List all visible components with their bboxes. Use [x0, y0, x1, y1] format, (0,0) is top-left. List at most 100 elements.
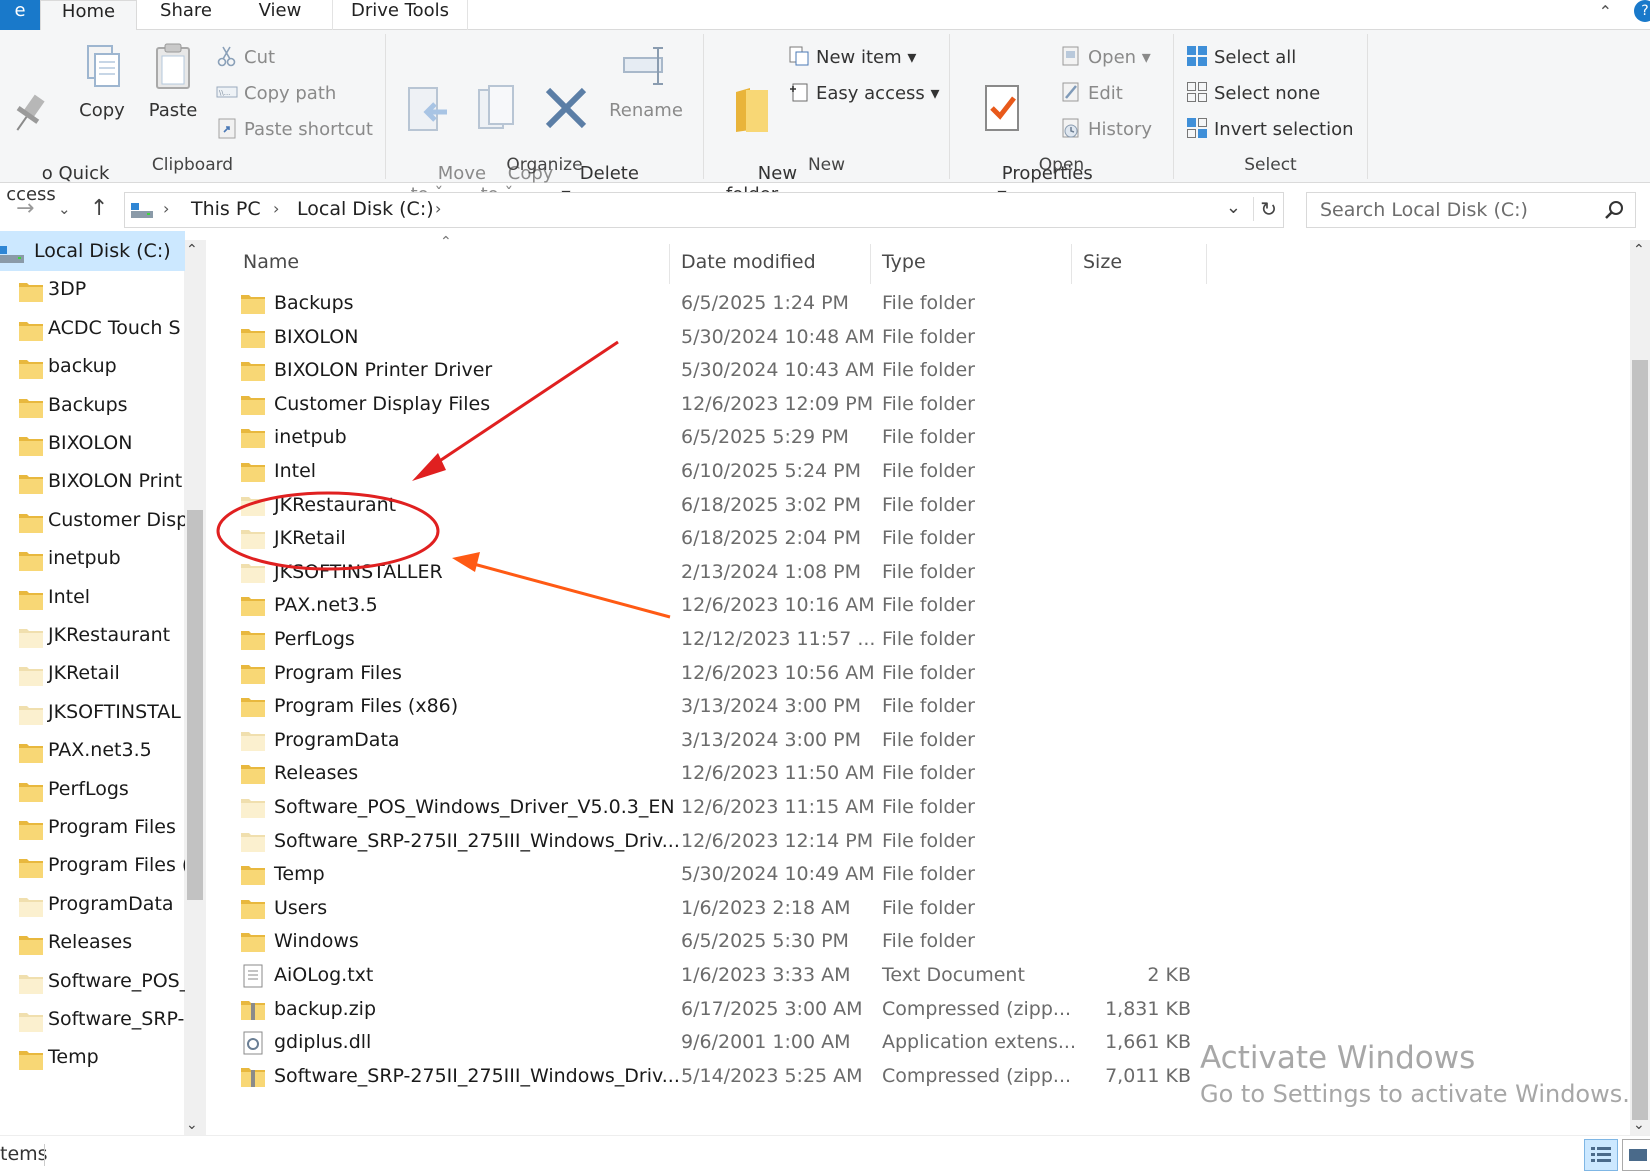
file-row[interactable]: BIXOLON 5/30/2024 10:48 AM File folder — [226, 320, 1406, 355]
select-none-button[interactable]: Select none — [1186, 80, 1320, 108]
file-list-scroll-thumb[interactable] — [1632, 360, 1648, 1120]
nav-item-folder[interactable]: Backups — [0, 385, 185, 425]
open-button[interactable]: Open ▾ — [1060, 44, 1151, 72]
file-row[interactable]: Releases 12/6/2023 11:50 AM File folder — [226, 756, 1406, 791]
nav-item-folder[interactable]: Program Files — [0, 807, 185, 847]
nav-item-folder[interactable]: Software_POS_ — [0, 961, 185, 1001]
file-row[interactable]: inetpub 6/5/2025 5:29 PM File folder — [226, 420, 1406, 455]
column-divider[interactable] — [870, 244, 871, 284]
tab-home[interactable]: Home — [40, 0, 137, 31]
help-icon[interactable]: ? — [1634, 0, 1650, 22]
nav-item-folder[interactable]: Program Files ( — [0, 845, 185, 885]
file-row[interactable]: PAX.net3.5 12/6/2023 10:16 AM File folder — [226, 588, 1406, 623]
nav-item-folder[interactable]: JKRestaurant — [0, 615, 185, 655]
nav-scroll-thumb[interactable] — [187, 510, 203, 900]
search-input[interactable]: Search Local Disk (C:) — [1320, 199, 1528, 221]
file-row[interactable]: ProgramData 3/13/2024 3:00 PM File folder — [226, 723, 1406, 758]
file-list-scrollbar[interactable]: ⌃ ⌄ — [1630, 240, 1650, 1135]
search-box[interactable]: Search Local Disk (C:) — [1306, 192, 1636, 228]
details-view-button[interactable] — [1584, 1139, 1618, 1171]
easy-access-button[interactable]: Easy access ▾ — [788, 80, 940, 108]
nav-item-folder[interactable]: BIXOLON Print — [0, 461, 185, 501]
copy-path-button[interactable]: \\... Copy path — [216, 80, 336, 108]
refresh-icon[interactable]: ↻ — [1253, 197, 1277, 221]
file-row[interactable]: JKRetail 6/18/2025 2:04 PM File folder — [226, 521, 1406, 556]
invert-selection-button[interactable]: Invert selection — [1186, 116, 1354, 144]
file-row[interactable]: Intel 6/10/2025 5:24 PM File folder — [226, 454, 1406, 489]
edit-button[interactable]: Edit — [1060, 80, 1123, 108]
breadcrumb-local-disk[interactable]: Local Disk (C:) — [297, 198, 434, 220]
nav-item-folder[interactable]: Releases — [0, 922, 185, 962]
nav-item-folder[interactable]: inetpub — [0, 538, 185, 578]
new-item-button[interactable]: New item ▾ — [788, 44, 916, 72]
nav-item-folder[interactable]: backup — [0, 346, 185, 386]
file-row[interactable]: Backups 6/5/2025 1:24 PM File folder — [226, 286, 1406, 321]
nav-item-folder[interactable]: Software_SRP-2 — [0, 999, 185, 1039]
file-row[interactable]: Temp 5/30/2024 10:49 AM File folder — [226, 857, 1406, 892]
file-row[interactable]: PerfLogs 12/12/2023 11:57 ... File folder — [226, 622, 1406, 657]
search-icon[interactable] — [1603, 199, 1625, 221]
column-divider[interactable] — [1071, 244, 1072, 284]
paste-shortcut-button[interactable]: Paste shortcut — [216, 116, 373, 144]
file-row[interactable]: Software_SRP-275II_275III_Windows_Driv..… — [226, 824, 1406, 859]
nav-item-local-disk[interactable]: Local Disk (C:) — [0, 231, 185, 271]
scroll-up-icon[interactable]: ⌃ — [186, 242, 198, 258]
file-row[interactable]: Program Files 12/6/2023 10:56 AM File fold… — [226, 656, 1406, 691]
tab-share[interactable]: Share — [145, 0, 227, 30]
file-row[interactable]: Customer Display Files 12/6/2023 12:09 PM… — [226, 387, 1406, 422]
nav-item-folder[interactable]: 3DP — [0, 269, 185, 309]
nav-scrollbar[interactable]: ⌃ ⌄ — [184, 240, 206, 1135]
scissors-icon — [216, 45, 238, 67]
nav-item-folder[interactable]: PerfLogs — [0, 769, 185, 809]
column-divider[interactable] — [669, 244, 670, 284]
file-row[interactable]: JKRestaurant 6/18/2025 3:02 PM File folder — [226, 488, 1406, 523]
column-divider[interactable] — [1206, 244, 1207, 284]
file-row[interactable]: Software_POS_Windows_Driver_V5.0.3_EN 12/… — [226, 790, 1406, 825]
nav-item-folder[interactable]: JKRetail — [0, 653, 185, 693]
file-row[interactable]: JKSOFTINSTALLER 2/13/2024 1:08 PM File fol… — [226, 555, 1406, 590]
recent-locations-chevron-icon[interactable]: ⌄ — [58, 200, 71, 218]
nav-item-folder[interactable]: Customer Disp — [0, 500, 185, 540]
large-icons-view-button[interactable] — [1622, 1139, 1650, 1171]
up-arrow-icon[interactable]: ↑ — [90, 196, 108, 221]
file-row[interactable]: Program Files (x86) 3/13/2024 3:00 PM File… — [226, 689, 1406, 724]
nav-item-folder[interactable]: ACDC Touch S — [0, 308, 185, 348]
column-header-size[interactable]: Size — [1083, 240, 1122, 284]
nav-item-folder[interactable]: Temp — [0, 1037, 185, 1077]
file-row[interactable]: Users 1/6/2023 2:18 AM File folder — [226, 891, 1406, 926]
tab-file[interactable]: e — [0, 0, 40, 30]
column-header-type[interactable]: Type — [882, 240, 926, 284]
file-row[interactable]: AiOLog.txt 1/6/2023 3:33 AM Text Document 2… — [226, 958, 1406, 993]
address-bar[interactable]: › This PC › Local Disk (C:) › ⌄ ↻ — [124, 192, 1284, 228]
column-header-name[interactable]: Name — [243, 240, 299, 284]
nav-item-folder[interactable]: BIXOLON — [0, 423, 185, 463]
file-name: Software_SRP-275II_275III_Windows_Driv..… — [274, 1064, 680, 1087]
file-row[interactable]: backup.zip 6/17/2025 3:00 AM Compressed (z… — [226, 992, 1406, 1027]
edit-label: Edit — [1088, 83, 1123, 104]
nav-item-folder[interactable]: ProgramData — [0, 884, 185, 924]
copy-button[interactable]: Copy — [70, 40, 134, 121]
file-row[interactable]: BIXOLON Printer Driver 5/30/2024 10:43 AM… — [226, 353, 1406, 388]
history-button[interactable]: History — [1060, 116, 1152, 144]
scroll-down-icon[interactable]: ⌄ — [1633, 1117, 1645, 1133]
tab-drive-tools[interactable]: Drive Tools — [332, 0, 468, 30]
nav-item-folder[interactable]: Intel — [0, 577, 185, 617]
column-header-date-modified[interactable]: Date modified — [681, 240, 816, 284]
scroll-up-icon[interactable]: ⌃ — [1633, 242, 1645, 258]
ribbon-collapse-icon[interactable]: ⌃ — [1599, 2, 1612, 21]
nav-item-folder[interactable]: JKSOFTINSTAL — [0, 692, 185, 732]
file-type: File folder — [882, 628, 975, 650]
file-size: 1,661 KB — [1105, 1031, 1191, 1054]
breadcrumb-this-pc[interactable]: This PC — [191, 198, 261, 220]
open-group-label: Open — [1038, 155, 1085, 175]
forward-arrow-icon[interactable]: → — [16, 196, 34, 221]
tab-view[interactable]: View — [245, 0, 315, 30]
file-row[interactable]: Windows 6/5/2025 5:30 PM File folder — [226, 924, 1406, 959]
paste-button[interactable]: Paste — [140, 40, 206, 121]
scroll-down-icon[interactable]: ⌄ — [186, 1117, 198, 1133]
address-dropdown-icon[interactable]: ⌄ — [1226, 197, 1241, 218]
select-all-button[interactable]: Select all — [1186, 44, 1296, 72]
nav-item-folder[interactable]: PAX.net3.5 — [0, 730, 185, 770]
cut-button[interactable]: Cut — [216, 44, 275, 72]
rename-button[interactable]: Rename — [596, 40, 696, 121]
